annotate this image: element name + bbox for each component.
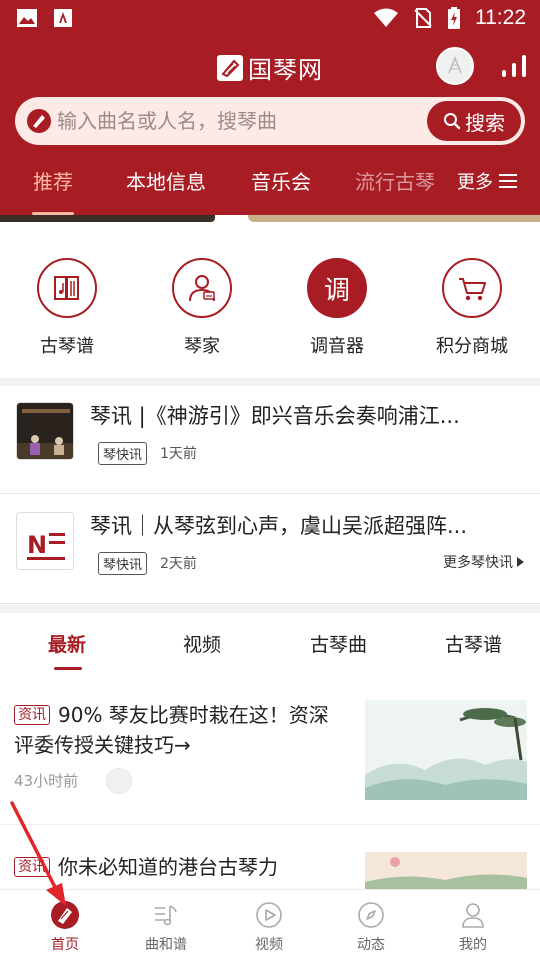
nav-tab-pop-guqin[interactable]: 流行古琴 xyxy=(355,166,435,195)
qin-search-icon xyxy=(27,109,51,133)
article-tag: 资讯 xyxy=(14,705,50,725)
battery-charging-icon xyxy=(448,7,460,29)
profile-icon xyxy=(458,900,488,930)
bottom-nav-feed[interactable]: 动态 xyxy=(331,900,411,954)
tuner-icon: 调 xyxy=(307,258,367,318)
tab-guqin-music[interactable]: 古琴曲 xyxy=(310,630,367,657)
qin-logo-icon xyxy=(217,54,243,81)
nav-tab-recommend[interactable]: 推荐 xyxy=(33,166,73,195)
bottom-nav-home[interactable]: 首页 xyxy=(25,900,105,954)
banner-image-left xyxy=(0,215,215,222)
bottom-nav-label: 首页 xyxy=(51,937,79,953)
nav-tab-local-info[interactable]: 本地信息 xyxy=(126,166,206,195)
nav-more-button[interactable]: 更多 xyxy=(457,168,517,194)
quick-entry-label: 古琴谱 xyxy=(40,336,94,357)
more-news-label: 更多琴快讯 xyxy=(443,555,513,571)
gallery-icon xyxy=(17,9,37,27)
news-item[interactable]: 琴讯 |《神游引》即兴音乐会奏响浦江... 琴快讯 1天前 xyxy=(0,386,540,494)
nav-tab-concert[interactable]: 音乐会 xyxy=(251,166,311,195)
news-title: 琴讯｜从琴弦到心声，虞山吴派超强阵... xyxy=(90,514,468,538)
category-nav: 推荐 本地信息 音乐会 流行古琴 更多 xyxy=(0,158,540,215)
menu-icon xyxy=(499,174,517,188)
quick-entry-guqin-score[interactable]: 古琴谱 xyxy=(7,258,127,358)
article-title: 资讯 你未必知道的港台古琴力 xyxy=(14,852,344,882)
more-news-link[interactable]: 更多琴快讯 xyxy=(443,552,524,572)
article-item[interactable]: 资讯 你未必知道的港台古琴力 xyxy=(0,852,540,890)
quick-entry-label: 琴家 xyxy=(184,336,220,357)
news-title: 琴讯 |《神游引》即兴音乐会奏响浦江... xyxy=(90,404,460,428)
tab-guqin-score[interactable]: 古琴谱 xyxy=(445,630,502,657)
section-divider xyxy=(0,378,540,386)
article-title-text: 90% 琴友比赛时栽在这！资深评委传授关键技巧→ xyxy=(14,703,329,757)
home-icon xyxy=(50,900,80,930)
quick-entry-label: 调音器 xyxy=(310,336,364,357)
bottom-nav-label: 动态 xyxy=(357,937,385,953)
search-button-label: 搜索 xyxy=(465,110,505,135)
article-image xyxy=(365,700,527,800)
cart-icon xyxy=(442,258,502,318)
compass-icon xyxy=(356,900,386,930)
book-icon xyxy=(37,258,97,318)
quick-entry-points-mall[interactable]: 积分商城 xyxy=(412,258,532,358)
section-divider xyxy=(0,605,540,613)
triangle-right-icon xyxy=(517,557,524,567)
app-header: 11:22 国琴网 输入曲名或人名，搜琴曲 搜索 推荐 本地信息 音乐会 流行古… xyxy=(0,0,540,215)
search-input[interactable] xyxy=(57,97,427,145)
article-title-text: 你未必知道的港台古琴力 xyxy=(58,855,278,879)
quick-entry-qin-masters[interactable]: 琴家 xyxy=(142,258,262,358)
ranking-icon[interactable] xyxy=(500,54,528,78)
tab-video[interactable]: 视频 xyxy=(183,630,221,657)
video-icon xyxy=(254,900,284,930)
bottom-nav-label: 视频 xyxy=(255,937,283,953)
article-title: 资讯 90% 琴友比赛时栽在这！资深评委传授关键技巧→ xyxy=(14,700,344,760)
quick-entry-grid: 古琴谱 琴家 调 调音器 积分商城 xyxy=(0,232,540,372)
svg-text:N: N xyxy=(27,531,47,559)
app-logo: 国琴网 xyxy=(217,50,323,85)
search-icon xyxy=(444,113,461,130)
content-tabs: 最新 视频 古琴曲 古琴谱 xyxy=(0,614,540,684)
bottom-nav-label: 曲和谱 xyxy=(145,937,187,953)
tab-latest[interactable]: 最新 xyxy=(48,630,86,657)
tab-active-indicator xyxy=(54,667,82,670)
qin-avatar-icon xyxy=(448,55,462,74)
status-bar: 11:22 xyxy=(0,0,540,36)
article-item[interactable]: 资讯 90% 琴友比赛时栽在这！资深评委传授关键技巧→ 43小时前 xyxy=(0,700,540,825)
tuner-glyph: 调 xyxy=(323,275,350,306)
news-tag: 琴快讯 xyxy=(98,442,148,465)
news-tag: 琴快讯 xyxy=(98,552,148,575)
banner-image-right xyxy=(248,215,540,222)
search-bar: 搜索 xyxy=(15,97,525,145)
bottom-nav-video[interactable]: 视频 xyxy=(229,900,309,954)
wifi-icon xyxy=(374,8,398,27)
app-title: 国琴网 xyxy=(248,56,323,84)
person-icon xyxy=(172,258,232,318)
quick-entry-tuner[interactable]: 调 调音器 xyxy=(277,258,397,358)
news-time: 1天前 xyxy=(160,446,197,462)
news-thumbnail xyxy=(16,402,74,460)
search-button[interactable]: 搜索 xyxy=(427,101,521,141)
bottom-nav-scores[interactable]: 曲和谱 xyxy=(126,900,206,954)
banner-carousel[interactable] xyxy=(0,215,540,223)
bottom-nav: 首页 曲和谱 视频 动态 我的 xyxy=(0,889,540,960)
article-time: 43小时前 xyxy=(14,772,79,790)
news-icon: N xyxy=(16,512,74,570)
nav-more-label: 更多 xyxy=(457,172,493,193)
app-notification-icon xyxy=(54,9,72,27)
clock: 11:22 xyxy=(475,6,526,29)
bottom-nav-label: 我的 xyxy=(459,937,487,953)
author-avatar xyxy=(106,768,132,794)
bottom-nav-profile[interactable]: 我的 xyxy=(433,900,513,954)
quick-entry-label: 积分商城 xyxy=(436,336,508,357)
user-avatar[interactable] xyxy=(436,47,474,85)
article-image xyxy=(365,852,527,889)
no-sim-icon xyxy=(414,8,432,28)
score-icon xyxy=(151,900,181,930)
article-tag: 资讯 xyxy=(14,857,50,877)
news-time: 2天前 xyxy=(160,556,197,572)
news-item[interactable]: N 琴讯｜从琴弦到心声，虞山吴派超强阵... 琴快讯 2天前 更多琴快讯 xyxy=(0,496,540,604)
